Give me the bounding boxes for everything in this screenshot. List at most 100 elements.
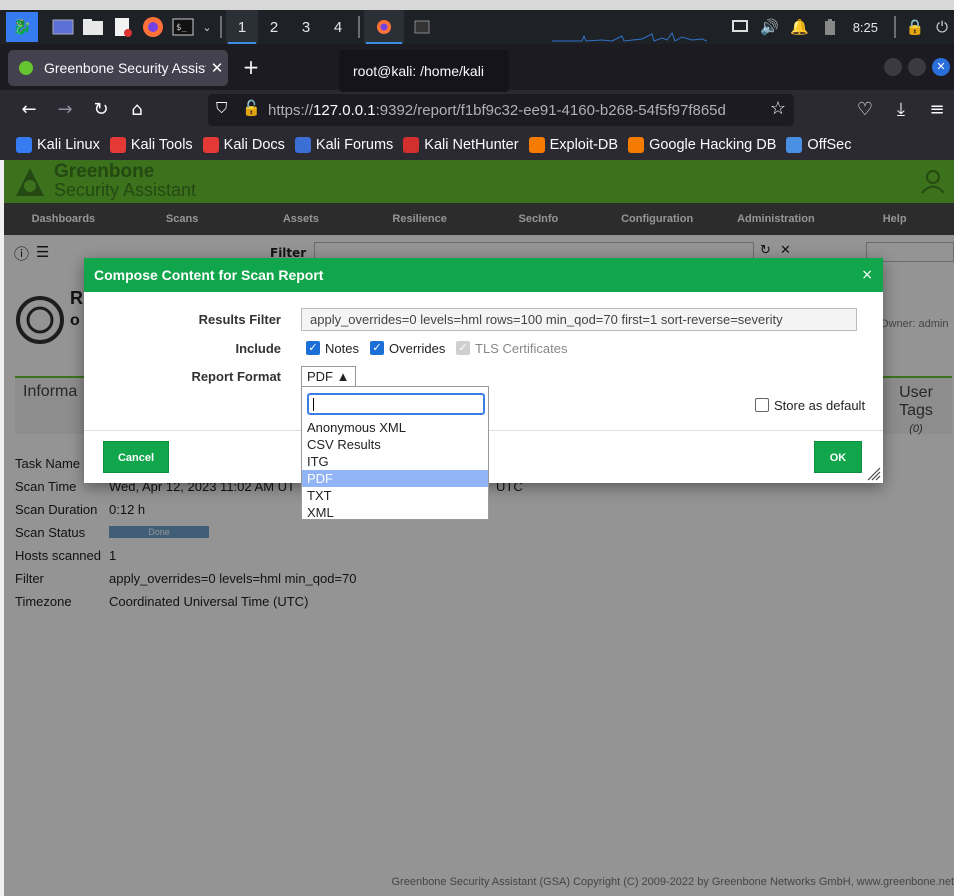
- taskbar-firefox-window[interactable]: [364, 10, 404, 44]
- include-label: Include: [235, 341, 281, 356]
- tab-close-icon[interactable]: ✕: [206, 59, 228, 77]
- maximize-button[interactable]: [908, 58, 926, 76]
- forward-arrow-icon[interactable]: →: [53, 98, 77, 122]
- tls-certificates-checkbox: ✓: [456, 341, 470, 355]
- bookmark-item[interactable]: Exploit-DB: [528, 137, 619, 153]
- pocket-icon[interactable]: ♡: [853, 98, 877, 122]
- home-icon[interactable]: ⌂: [125, 98, 149, 122]
- format-option-csv-results[interactable]: CSV Results: [302, 436, 488, 453]
- dialog-close-icon[interactable]: ×: [861, 258, 873, 292]
- taskbar-top-strip: [0, 0, 954, 10]
- volume-icon[interactable]: 🔊: [755, 12, 785, 42]
- window-close-button[interactable]: ✕: [932, 58, 950, 76]
- bookmark-favicon-icon: [109, 137, 126, 153]
- overrides-label: Overrides: [389, 341, 446, 356]
- power-icon[interactable]: ⏻: [930, 12, 954, 42]
- network-graph: [552, 31, 707, 42]
- dropdown-search-input[interactable]: [307, 393, 485, 415]
- downloads-icon[interactable]: ⤓: [889, 98, 913, 122]
- workspace-3[interactable]: 3: [290, 10, 322, 44]
- bookmark-item[interactable]: Kali Docs: [202, 137, 285, 153]
- notes-checkbox[interactable]: ✓: [306, 341, 320, 355]
- url-bar[interactable]: ⛉ 🔓 https://127.0.0.1:9392/report/f1bf9c…: [208, 94, 794, 126]
- bookmark-item[interactable]: Kali NetHunter: [403, 137, 519, 153]
- shield-icon[interactable]: ⛉: [216, 100, 227, 117]
- bookmark-item[interactable]: Google Hacking DB: [628, 137, 776, 153]
- bookmark-favicon-icon: [786, 137, 803, 153]
- dialog-title: Compose Content for Scan Report: [84, 258, 883, 292]
- bookmark-label: Kali NetHunter: [424, 137, 519, 153]
- workspace-4[interactable]: 4: [322, 10, 354, 44]
- reload-icon[interactable]: ↻: [89, 98, 113, 122]
- notes-label: Notes: [325, 341, 359, 356]
- tls-certificates-label: TLS Certificates: [475, 341, 568, 356]
- workspace-1[interactable]: 1: [226, 10, 258, 44]
- minimize-button[interactable]: [884, 58, 902, 76]
- chevron-down-icon[interactable]: ⌄: [198, 12, 216, 42]
- terminal-tooltip: root@kali: /home/kali: [339, 50, 509, 92]
- bookmark-star-icon[interactable]: ☆: [770, 98, 786, 119]
- menu-icon[interactable]: ≡: [925, 98, 949, 122]
- bookmark-label: Kali Tools: [130, 137, 193, 153]
- format-option-itg[interactable]: ITG: [302, 453, 488, 470]
- file-manager-icon[interactable]: [78, 12, 108, 42]
- browser-tab-greenbone[interactable]: Greenbone Security Assistant ✕: [8, 50, 228, 86]
- bookmark-favicon-icon: [202, 137, 219, 153]
- results-filter-field[interactable]: apply_overrides=0 levels=hml rows=100 mi…: [301, 308, 857, 331]
- bookmark-item[interactable]: OffSec: [786, 137, 851, 153]
- bookmarks-toolbar: Kali Linux Kali Tools Kali Docs Kali Forums…: [0, 130, 954, 160]
- battery-icon[interactable]: [815, 12, 845, 42]
- format-option-pdf[interactable]: PDF: [302, 470, 488, 487]
- cancel-button[interactable]: Cancel: [103, 441, 169, 473]
- lock-icon[interactable]: 🔒: [900, 12, 930, 42]
- svg-text:$_: $_: [176, 23, 187, 33]
- bookmark-label: Kali Docs: [223, 137, 285, 153]
- bookmark-favicon-icon: [294, 137, 311, 153]
- tab-title: Greenbone Security Assistant: [44, 60, 206, 76]
- bookmark-favicon-icon: [403, 137, 420, 153]
- back-arrow-icon[interactable]: ←: [17, 98, 41, 122]
- divider: [220, 16, 222, 38]
- store-default-checkbox[interactable]: [755, 398, 769, 412]
- report-format-dropdown: Anonymous XML CSV Results ITG PDF TXT XM…: [301, 386, 489, 520]
- bookmark-label: OffSec: [807, 137, 852, 153]
- workspace-2[interactable]: 2: [258, 10, 290, 44]
- report-format-select[interactable]: PDF ▲: [301, 366, 356, 387]
- clock[interactable]: 8:25: [853, 20, 878, 35]
- divider: [894, 16, 896, 38]
- bookmark-label: Google Hacking DB: [649, 137, 777, 153]
- padlock-icon[interactable]: 🔓: [242, 99, 261, 117]
- results-filter-label: Results Filter: [198, 312, 281, 327]
- bookmark-label: Kali Linux: [37, 137, 100, 153]
- divider: [358, 16, 360, 38]
- format-option-anonymous-xml[interactable]: Anonymous XML: [302, 419, 488, 436]
- ok-button[interactable]: OK: [814, 441, 862, 473]
- format-option-txt[interactable]: TXT: [302, 487, 488, 504]
- kali-menu-icon[interactable]: 🐉: [6, 12, 38, 42]
- terminal-icon[interactable]: $_: [168, 12, 198, 42]
- format-option-xml[interactable]: XML: [302, 504, 488, 521]
- bookmark-favicon-icon: [16, 137, 32, 153]
- bookmark-item[interactable]: Kali Forums: [294, 137, 394, 153]
- overrides-checkbox[interactable]: ✓: [370, 341, 384, 355]
- taskbar: 🐉 $_ ⌄ 1 2 3 4 🔊 🔔 8:25 🔒 ⏻: [0, 10, 954, 44]
- desktop-icon[interactable]: [48, 12, 78, 42]
- store-default-label: Store as default: [774, 398, 866, 413]
- bookmark-favicon-icon: [528, 137, 545, 153]
- navigation-bar: ← → ↻ ⌂ ⛉ 🔓 https://127.0.0.1:9392/repor…: [0, 90, 954, 130]
- firefox-icon[interactable]: [138, 12, 168, 42]
- notification-bell-icon[interactable]: 🔔: [785, 12, 815, 42]
- bookmark-item[interactable]: Kali Tools: [109, 137, 193, 153]
- display-icon[interactable]: [725, 12, 755, 42]
- bookmark-label: Kali Forums: [315, 137, 394, 153]
- taskbar-terminal-window[interactable]: [404, 10, 440, 44]
- resize-grip-icon[interactable]: [867, 467, 881, 481]
- report-format-label: Report Format: [191, 369, 281, 384]
- bookmark-favicon-icon: [628, 137, 645, 153]
- bookmark-label: Exploit-DB: [549, 137, 619, 153]
- url-text: https://127.0.0.1:9392/report/f1bf9c32-e…: [268, 101, 726, 119]
- greenbone-favicon-icon: [19, 61, 33, 75]
- text-editor-icon[interactable]: [108, 12, 138, 42]
- new-tab-button[interactable]: +: [238, 54, 264, 80]
- bookmark-item[interactable]: Kali Linux: [16, 137, 100, 153]
